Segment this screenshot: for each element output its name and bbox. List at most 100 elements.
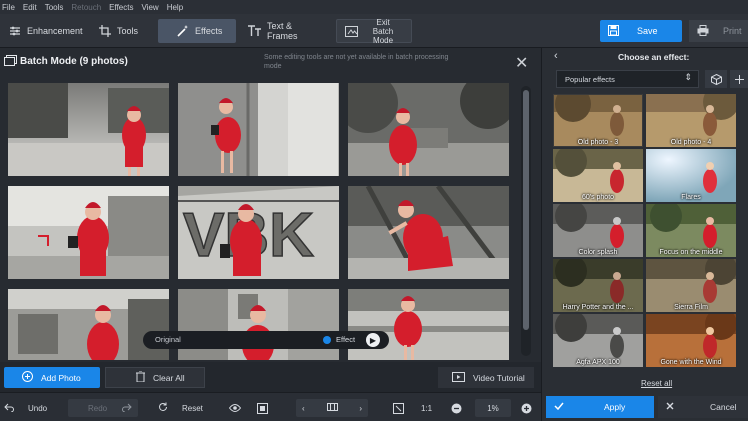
video-tutorial-button[interactable]: Video Tutorial [438,367,534,388]
undo-label: Undo [28,403,48,413]
crop-icon [98,24,112,38]
checkmark-icon [554,402,564,412]
batch-photo-8[interactable] [178,289,339,360]
cancel-label: Cancel [710,402,737,412]
compare-toggle[interactable]: Original Effect ▶ [143,331,389,349]
effect-label: Gone with the Wind [660,359,722,366]
effect-thumb-color-splash[interactable]: Color splash [553,204,643,257]
scrollbar-thumb[interactable] [523,90,529,330]
batch-action-row: Add Photo Clear All Video Tutorial [0,362,541,392]
reset-label: Reset [182,403,203,413]
reset-icon [158,402,168,414]
exit-batch-mode-button[interactable]: Exit Batch Mode [336,18,412,45]
cancel-button[interactable]: Cancel [658,396,748,418]
sliders-icon [8,24,22,38]
exit-batch-label: Exit Batch Mode [363,18,403,45]
fit-to-screen-icon[interactable] [393,399,404,417]
batch-photo-3[interactable] [348,83,509,176]
menu-effects[interactable]: Effects [109,3,133,12]
effect-label: Color splash [578,249,618,256]
effect-thumb-focus-middle[interactable]: Focus on the middle [646,204,736,257]
effect-category-select[interactable]: Popular effects ⇕ [556,70,699,88]
zoom-level-field[interactable]: 1% [475,399,511,417]
zoom-out-icon[interactable] [451,399,462,417]
reset-all-link[interactable]: Reset all [641,379,672,388]
menu-file[interactable]: File [2,3,15,12]
main-toolbar: Enhancement Tools Effects Text & Frames … [0,14,748,48]
plus-circle-icon [22,371,33,384]
batch-photo-1[interactable] [8,83,169,176]
chevron-left-icon[interactable]: ‹ [302,404,305,413]
effect-thumb-sierra-film[interactable]: Sierra Film [646,259,736,312]
tab-enhancement-label: Enhancement [27,26,83,36]
tab-tools[interactable]: Tools [86,19,156,43]
batch-note: Some editing tools are not yet available… [264,54,449,70]
batch-photo-4[interactable] [8,186,169,279]
undo-button[interactable]: Undo [4,399,47,417]
video-icon [452,371,465,384]
batch-photo-2[interactable] [178,83,339,176]
compare-original-label[interactable]: Original [155,335,181,344]
chevron-right-icon[interactable]: ▶ [366,333,380,347]
trash-icon [136,370,145,384]
save-button[interactable]: Save [600,20,682,42]
zoom-in-icon[interactable] [521,399,532,417]
print-button[interactable]: Print [689,20,748,42]
apply-button[interactable]: Apply [546,396,654,418]
tab-text-frames-label: Text & Frames [267,21,298,41]
menu-bar: File Edit Tools Retouch Effects View Hel… [0,0,748,14]
tab-effects-label: Effects [195,26,223,36]
effect-label: Harry Potter and the ... [562,304,634,311]
batch-photo-9[interactable] [348,289,509,360]
close-icon[interactable]: ✕ [515,53,528,73]
filmstrip-icon[interactable] [326,403,338,413]
effect-radio-icon[interactable] [323,336,331,344]
effect-label: Sierra Film [674,304,708,311]
reset-button[interactable]: Reset [158,399,203,417]
effect-thumb-old-photo-4[interactable]: Old photo - 4 [646,94,736,147]
chevron-updown-icon: ⇕ [684,72,692,82]
tab-effects[interactable]: Effects [158,19,236,43]
menu-view[interactable]: View [141,3,158,12]
more-icon[interactable] [730,70,748,88]
effect-thumb-flares[interactable]: Flares [646,149,736,202]
printer-icon [697,24,709,38]
menu-edit[interactable]: Edit [23,3,37,12]
text-icon [248,24,262,38]
effect-thumb-harry-potter[interactable]: Harry Potter and the ... [553,259,643,312]
redo-button[interactable]: Redo [68,399,138,417]
clear-all-button[interactable]: Clear All [105,367,205,388]
effect-thumb-60s-photo[interactable]: 60's photo [553,149,643,202]
magic-wand-icon [176,24,190,38]
eye-icon[interactable] [229,399,241,417]
menu-help[interactable]: Help [167,3,183,12]
batch-photo-7[interactable] [8,289,169,360]
menu-tools[interactable]: Tools [45,3,64,12]
apply-label: Apply [604,402,626,412]
menu-retouch[interactable]: Retouch [71,3,101,12]
exit-batch-icon [345,24,359,38]
tab-text-frames[interactable]: Text & Frames [240,19,330,43]
exit-label-line1: Exit [376,17,390,27]
bottom-toolbar: Undo Redo Reset ‹ › 1:1 1% [0,392,541,421]
zoom-actual-button[interactable]: 1:1 [421,399,432,417]
exit-label-line2: Batch Mode [372,26,394,45]
effect-label: Agfa APX 100 [576,359,620,366]
effect-thumb-agfa-apx[interactable]: Agfa APX 100 [553,314,643,367]
photo-navigator[interactable]: ‹ › [296,399,368,417]
chevron-right-icon[interactable]: › [359,404,362,413]
redo-label: Redo [88,403,108,413]
batch-icon [4,55,17,68]
close-icon [666,402,674,412]
tab-enhancement[interactable]: Enhancement [0,19,91,43]
compare-split-icon[interactable] [257,399,268,417]
effects-panel: ‹ Choose an effect: Popular effects ⇕ Ol… [541,48,748,421]
add-photo-button[interactable]: Add Photo [4,367,100,388]
batch-photo-5[interactable]: VBK [178,186,339,279]
cube-icon[interactable] [705,70,727,88]
effect-thumb-gone-with-the-wind[interactable]: Gone with the Wind [646,314,736,367]
batch-photo-6[interactable] [348,186,509,279]
back-arrow-icon[interactable]: ‹ [554,50,558,62]
effect-thumb-old-photo-3[interactable]: Old photo - 3 [553,94,643,147]
compare-effect-label[interactable]: Effect [336,335,355,344]
